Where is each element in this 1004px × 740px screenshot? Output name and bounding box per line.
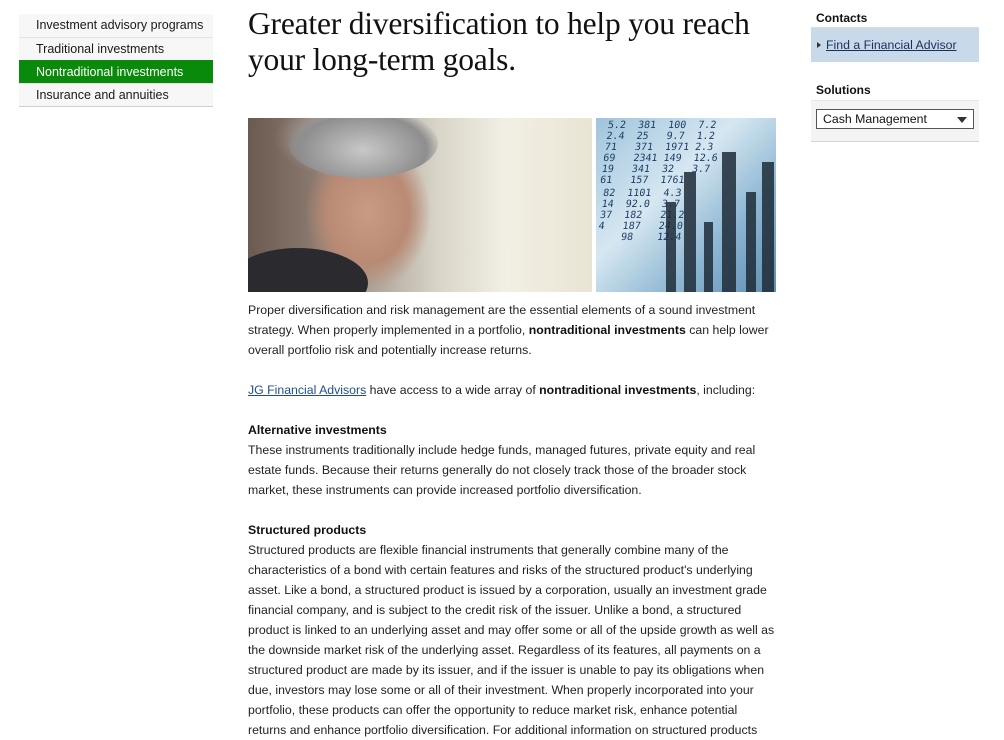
chevron-down-icon	[957, 117, 967, 123]
nav-item-insurance-and-annuities[interactable]: Insurance and annuities	[19, 83, 213, 106]
access-paragraph: JG Financial Advisors have access to a w…	[248, 383, 756, 397]
alternative-investments-text: These instruments traditionally include …	[248, 443, 756, 497]
arrow-right-icon	[817, 42, 821, 48]
find-a-financial-advisor-link[interactable]: Find a Financial Advisor	[826, 38, 957, 52]
nav-item-investment-advisory-programs[interactable]: Investment advisory programs	[19, 14, 213, 37]
solutions-select[interactable]: Cash Management	[816, 109, 974, 129]
advisor-portrait-photo	[248, 118, 592, 292]
alternative-investments-heading: Alternative investments	[248, 423, 387, 437]
nav-item-traditional-investments[interactable]: Traditional investments	[19, 37, 213, 60]
jg-financial-advisors-link[interactable]: JG Financial Advisors	[248, 383, 366, 397]
contacts-box: Find a Financial Advisor	[811, 28, 979, 62]
solutions-title: Solutions	[816, 83, 871, 97]
contacts-title: Contacts	[816, 11, 868, 25]
nav-item-nontraditional-investments[interactable]: Nontraditional investments	[19, 60, 213, 83]
hero-image: 5.2 381 100 7.2 2.4 25 9.7 1.2 71 371 19…	[248, 118, 776, 292]
solutions-select-value: Cash Management	[823, 112, 927, 126]
solutions-panel: Cash Management	[811, 100, 979, 142]
structured-products-text: Structured products are flexible financi…	[248, 543, 775, 737]
structured-products-section: Structured products Structured products …	[248, 520, 778, 740]
intro-paragraph: Proper diversification and risk manageme…	[248, 303, 769, 357]
structured-products-heading: Structured products	[248, 523, 367, 537]
alternative-investments-section: Alternative investments These instrument…	[248, 420, 778, 500]
stock-ticker-photo: 5.2 381 100 7.2 2.4 25 9.7 1.2 71 371 19…	[596, 118, 776, 292]
page-headline: Greater diversification to help you reac…	[248, 6, 750, 77]
left-nav: Investment advisory programs Traditional…	[19, 14, 213, 107]
